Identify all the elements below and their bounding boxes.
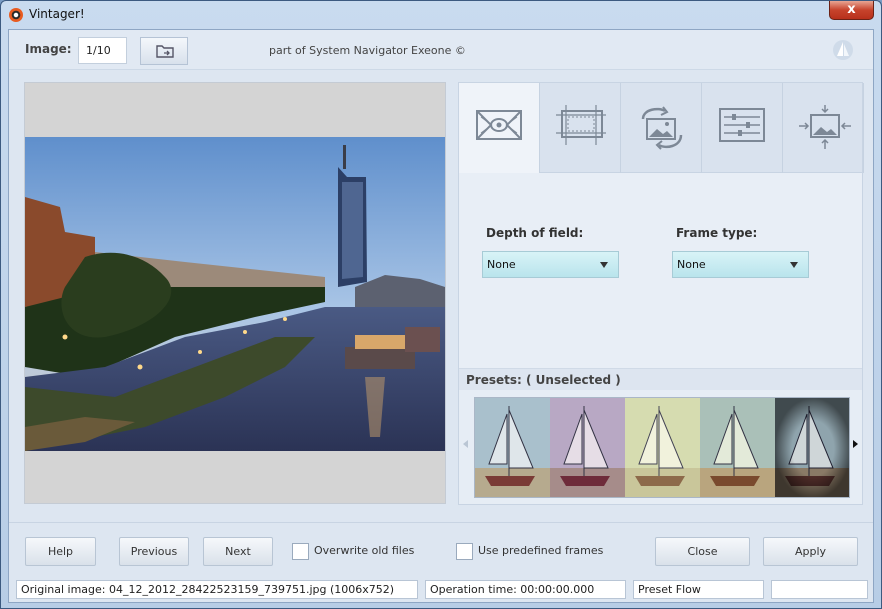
preset-thumbnail[interactable]	[475, 398, 550, 497]
next-button[interactable]: Next	[203, 537, 273, 566]
previous-button[interactable]: Previous	[119, 537, 189, 566]
scroll-left-icon[interactable]	[463, 440, 468, 448]
preset-thumbnail[interactable]	[700, 398, 775, 497]
tab-adjust[interactable]	[702, 83, 783, 173]
chevron-down-icon	[790, 262, 798, 268]
frame-type-label: Frame type:	[676, 226, 758, 240]
presets-strip	[459, 390, 862, 504]
predefined-frames-checkbox[interactable]	[456, 543, 473, 560]
image-counter-field[interactable]: 1/10	[78, 37, 127, 64]
image-label: Image:	[25, 42, 72, 56]
tool-tab-strip	[459, 83, 864, 173]
chevron-down-icon	[600, 262, 608, 268]
sail-logo-icon	[833, 40, 853, 60]
frame-type-dropdown[interactable]: None	[672, 251, 809, 278]
apply-button[interactable]: Apply	[763, 537, 858, 566]
status-extra	[771, 580, 868, 599]
help-button[interactable]: Help	[25, 537, 96, 566]
app-window: Vintager! x Image: 1/10 part of System N…	[0, 0, 882, 609]
presets-label: Presets: ( Unselected )	[466, 373, 621, 387]
image-preview-panel	[24, 82, 446, 504]
overwrite-checkbox[interactable]	[292, 543, 309, 560]
tab-rotate[interactable]	[621, 83, 702, 173]
tab-resize[interactable]	[783, 83, 864, 173]
status-bar: Original image: 04_12_2012_28422523159_7…	[9, 577, 873, 602]
preset-thumbnails	[474, 397, 850, 498]
folder-icon	[156, 45, 174, 58]
preset-thumbnail[interactable]	[775, 398, 849, 497]
credit-text: part of System Navigator Exeone ©	[269, 44, 466, 57]
sliders-icon	[719, 108, 765, 142]
title-bar: Vintager! x	[1, 1, 881, 29]
preset-thumbnail[interactable]	[625, 398, 700, 497]
window-title: Vintager!	[29, 7, 85, 21]
depth-of-field-label: Depth of field:	[486, 226, 584, 240]
frame-type-value: None	[677, 258, 706, 271]
status-mode: Preset Flow	[633, 580, 764, 599]
preset-thumbnail[interactable]	[550, 398, 625, 497]
preview-photo	[25, 137, 445, 451]
open-folder-button[interactable]	[140, 37, 188, 65]
status-original-image: Original image: 04_12_2012_28422523159_7…	[16, 580, 418, 599]
resize-image-icon	[799, 105, 851, 149]
tab-crop[interactable]	[540, 83, 621, 173]
crop-icon	[556, 105, 606, 145]
depth-of-field-value: None	[487, 258, 516, 271]
window-close-button[interactable]: x	[829, 1, 874, 20]
app-logo-icon	[9, 8, 23, 22]
scroll-right-icon[interactable]	[853, 440, 858, 448]
tool-panel: Depth of field: None Frame type: None Pr…	[458, 82, 864, 505]
tab-depth-of-field[interactable]	[459, 83, 540, 173]
action-bar: Help Previous Next Overwrite old files U…	[9, 522, 873, 574]
vignette-icon	[476, 110, 522, 140]
depth-of-field-dropdown[interactable]: None	[482, 251, 619, 278]
client-area: Image: 1/10 part of System Navigator Exe…	[8, 29, 874, 603]
status-operation-time: Operation time: 00:00:00.000	[425, 580, 626, 599]
presets-header: Presets: ( Unselected )	[459, 368, 862, 390]
predefined-frames-label: Use predefined frames	[478, 544, 604, 557]
overwrite-label: Overwrite old files	[314, 544, 415, 557]
top-toolbar: Image: 1/10 part of System Navigator Exe…	[9, 30, 873, 70]
close-button[interactable]: Close	[655, 537, 750, 566]
rotate-image-icon	[641, 106, 683, 150]
